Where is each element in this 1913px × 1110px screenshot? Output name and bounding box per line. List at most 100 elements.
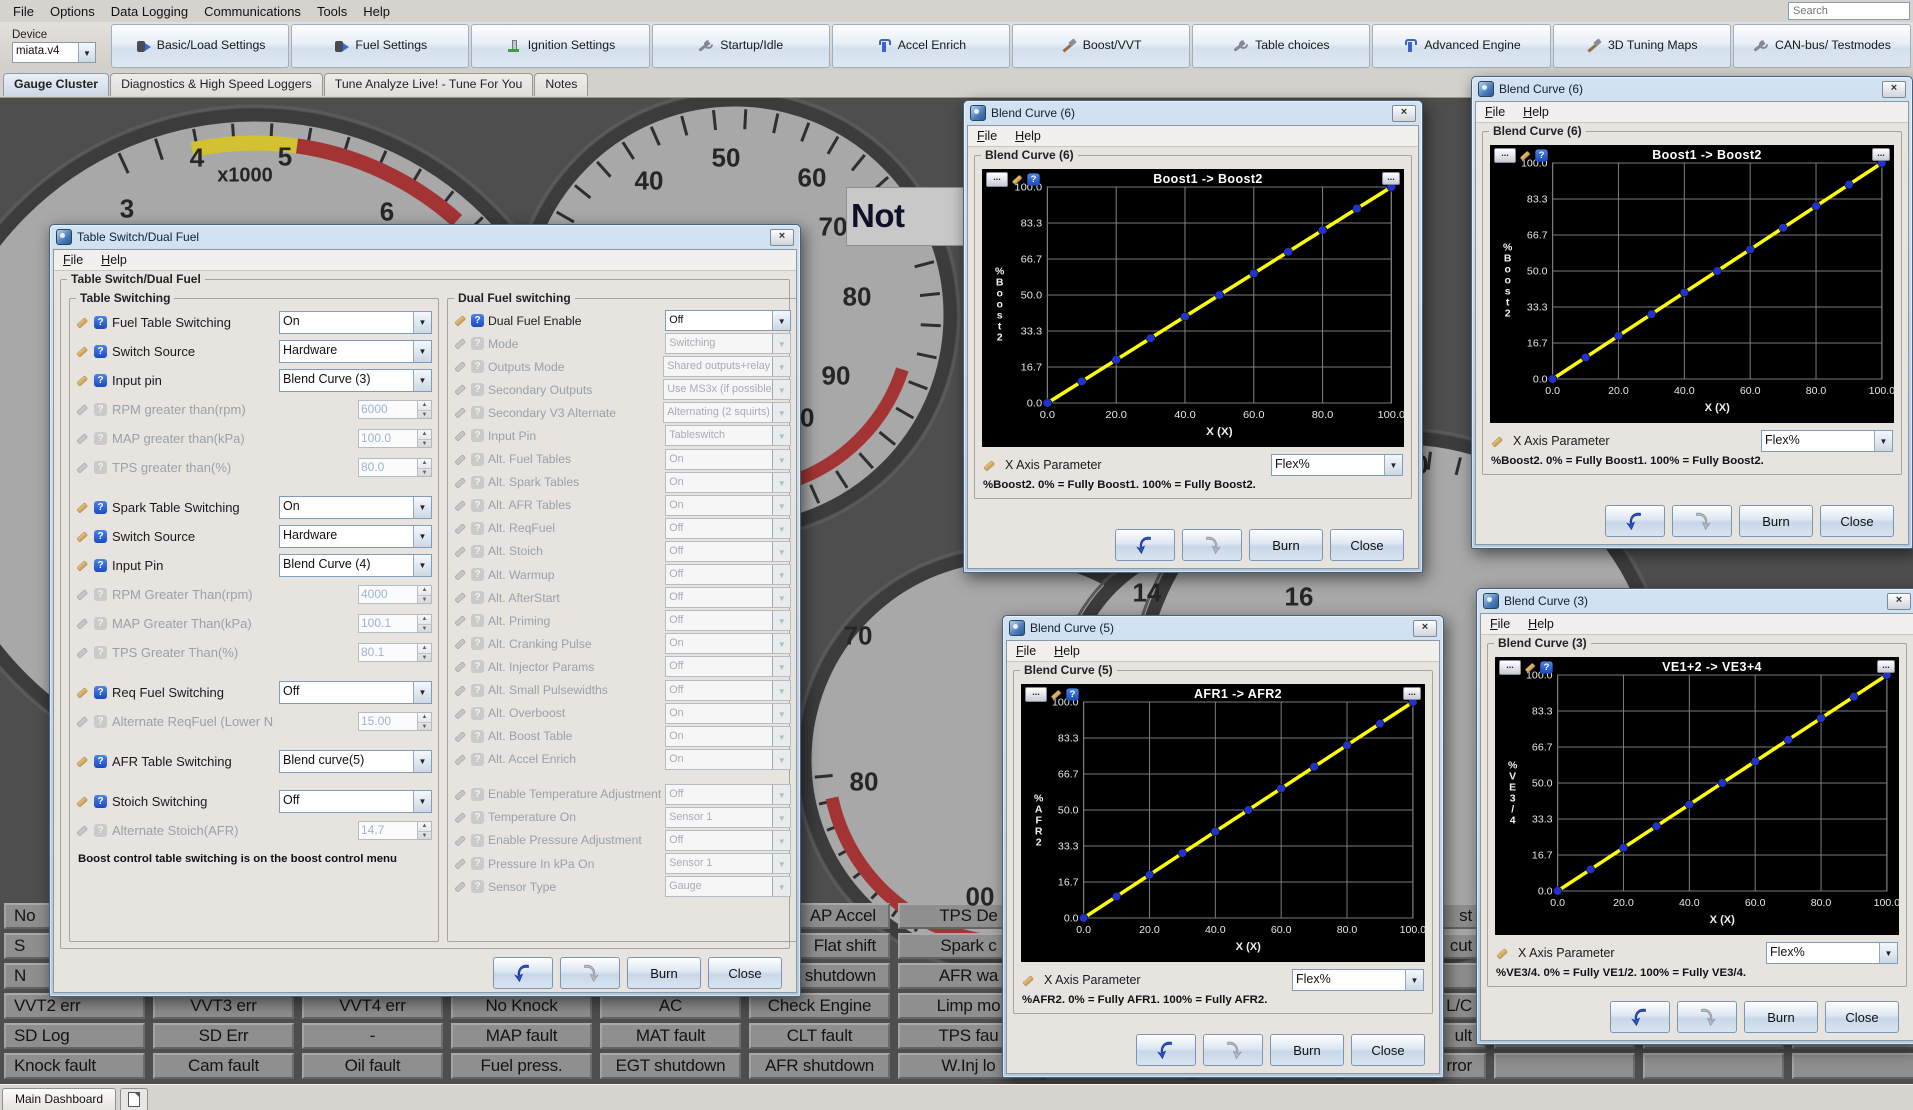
menu-item[interactable]: File	[6, 2, 41, 21]
help-icon[interactable]	[94, 316, 107, 329]
param-select[interactable]: Off	[665, 830, 791, 851]
param-spinner[interactable]: 100.0	[358, 429, 432, 448]
param-select[interactable]: Hardware	[279, 525, 432, 548]
new-dashboard-button[interactable]	[120, 1088, 148, 1110]
edit-icon[interactable]	[983, 459, 996, 472]
param-spinner[interactable]: 100.1	[358, 614, 432, 633]
tab[interactable]: Diagnostics & High Speed Loggers	[110, 73, 323, 96]
param-select[interactable]: Gauge	[665, 876, 791, 897]
param-select[interactable]: Blend Curve (3)	[279, 369, 432, 392]
menu-item[interactable]: File	[63, 253, 83, 267]
close-icon[interactable]	[1882, 81, 1906, 98]
undo-button[interactable]	[1115, 529, 1175, 561]
undo-button[interactable]	[1136, 1034, 1196, 1066]
menu-item[interactable]: Help	[1015, 129, 1041, 143]
spinner-buttons[interactable]	[418, 821, 432, 840]
param-select[interactable]: Off	[665, 587, 791, 608]
menu-item[interactable]: Help	[101, 253, 127, 267]
x-axis-parameter-select[interactable]: Flex%	[1292, 969, 1424, 991]
dialog-titlebar[interactable]: Blend Curve (6)	[1475, 77, 1909, 101]
param-select[interactable]: Off	[665, 784, 791, 805]
burn-button[interactable]: Burn	[1744, 1001, 1818, 1033]
chart-plot[interactable]: 100.083.366.750.033.316.70.00.020.040.06…	[1495, 657, 1899, 935]
redo-button[interactable]	[1672, 505, 1732, 537]
help-icon[interactable]	[94, 795, 107, 808]
menu-item[interactable]: Data Logging	[104, 2, 195, 21]
redo-button[interactable]	[560, 957, 620, 989]
dialog-titlebar[interactable]: Blend Curve (6)	[967, 101, 1419, 125]
blend-curve-dialog[interactable]: Blend Curve (6) FileHelp Blend Curve (6)…	[963, 100, 1423, 573]
toolbar-button[interactable]: Advanced Engine	[1372, 24, 1550, 68]
spinner-buttons[interactable]	[418, 712, 432, 731]
param-spinner[interactable]: 6000	[358, 400, 432, 419]
spinner-buttons[interactable]	[418, 614, 432, 633]
menu-item[interactable]: File	[1490, 617, 1510, 631]
edit-icon[interactable]	[76, 755, 89, 768]
chart-options-button[interactable]	[986, 172, 1008, 187]
edit-icon[interactable]	[76, 559, 89, 572]
dialog-titlebar[interactable]: Blend Curve (5)	[1006, 616, 1440, 640]
edit-icon[interactable]	[76, 686, 89, 699]
param-select[interactable]: Shared outputs+relay	[663, 356, 791, 377]
toolbar-button[interactable]: Fuel Settings	[291, 24, 469, 68]
param-select[interactable]: Off	[665, 518, 791, 539]
chart-options-button[interactable]	[1499, 660, 1521, 675]
spinner-buttons[interactable]	[418, 458, 432, 477]
close-icon[interactable]	[1413, 620, 1437, 637]
close-icon[interactable]	[1392, 105, 1416, 122]
help-icon[interactable]	[94, 755, 107, 768]
burn-button[interactable]: Burn	[1270, 1034, 1344, 1066]
menu-item[interactable]: File	[1485, 105, 1505, 119]
param-spinner[interactable]: 15.00	[358, 712, 432, 731]
help-icon[interactable]	[471, 314, 484, 327]
close-button[interactable]: Close	[1351, 1034, 1425, 1066]
param-select[interactable]: Off	[665, 656, 791, 677]
param-select[interactable]: Sensor 1	[665, 807, 791, 828]
chart-more-button[interactable]	[1872, 148, 1890, 161]
blend-curve-chart[interactable]: Boost1 -> Boost2 % B o o s t 2 100.083.3…	[1490, 145, 1894, 423]
chart-options-button[interactable]	[1025, 687, 1047, 702]
undo-button[interactable]	[1610, 1001, 1670, 1033]
help-icon[interactable]	[94, 345, 107, 358]
device-combo[interactable]: miata.v4	[12, 42, 96, 63]
toolbar-button[interactable]: Boost/VVT	[1012, 24, 1190, 68]
blend-curve-chart[interactable]: AFR1 -> AFR2 % A F R 2 100.083.366.750.0…	[1021, 684, 1425, 962]
spinner-buttons[interactable]	[418, 643, 432, 662]
toolbar-button[interactable]: Table choices	[1192, 24, 1370, 68]
param-select[interactable]: Blend Curve (4)	[279, 554, 432, 577]
param-select[interactable]: Off	[279, 790, 432, 813]
dialog-titlebar[interactable]: Blend Curve (3)	[1480, 589, 1913, 613]
menu-item[interactable]: File	[977, 129, 997, 143]
help-icon[interactable]	[94, 501, 107, 514]
close-button[interactable]: Close	[1825, 1001, 1899, 1033]
param-spinner[interactable]: 80.1	[358, 643, 432, 662]
menu-item[interactable]: Help	[356, 2, 397, 21]
close-button[interactable]: Close	[1330, 529, 1404, 561]
blend-curve-dialog[interactable]: Blend Curve (3) FileHelp Blend Curve (3)…	[1476, 588, 1913, 1045]
help-icon[interactable]	[1066, 688, 1078, 700]
blend-curve-chart[interactable]: VE1+2 -> VE3+4 % V E 3 / 4 100.083.366.7…	[1495, 657, 1899, 935]
param-select[interactable]: Off	[279, 681, 432, 704]
menu-item[interactable]: File	[1016, 644, 1036, 658]
redo-button[interactable]	[1203, 1034, 1263, 1066]
redo-button[interactable]	[1677, 1001, 1737, 1033]
toolbar-button[interactable]: Startup/Idle	[652, 24, 830, 68]
menu-item[interactable]: Help	[1528, 617, 1554, 631]
chart-plot[interactable]: 100.083.366.750.033.316.70.00.020.040.06…	[1021, 684, 1425, 962]
menu-item[interactable]: Options	[43, 2, 102, 21]
param-select[interactable]: Off	[665, 680, 791, 701]
help-icon[interactable]	[94, 530, 107, 543]
edit-icon[interactable]	[76, 345, 89, 358]
param-spinner[interactable]: 80.0	[358, 458, 432, 477]
help-icon[interactable]	[94, 686, 107, 699]
undo-button[interactable]	[493, 957, 553, 989]
x-axis-parameter-select[interactable]: Flex%	[1761, 430, 1893, 452]
table-switch-dialog[interactable]: Table Switch/Dual Fuel FileHelp Table Sw…	[49, 224, 801, 997]
burn-button[interactable]: Burn	[627, 957, 701, 989]
edit-icon[interactable]	[76, 374, 89, 387]
param-select[interactable]: Hardware	[279, 340, 432, 363]
help-icon[interactable]	[1540, 661, 1552, 673]
x-axis-parameter-select[interactable]: Flex%	[1766, 942, 1898, 964]
help-icon[interactable]	[1535, 149, 1547, 161]
toolbar-button[interactable]: Basic/Load Settings	[111, 24, 289, 68]
